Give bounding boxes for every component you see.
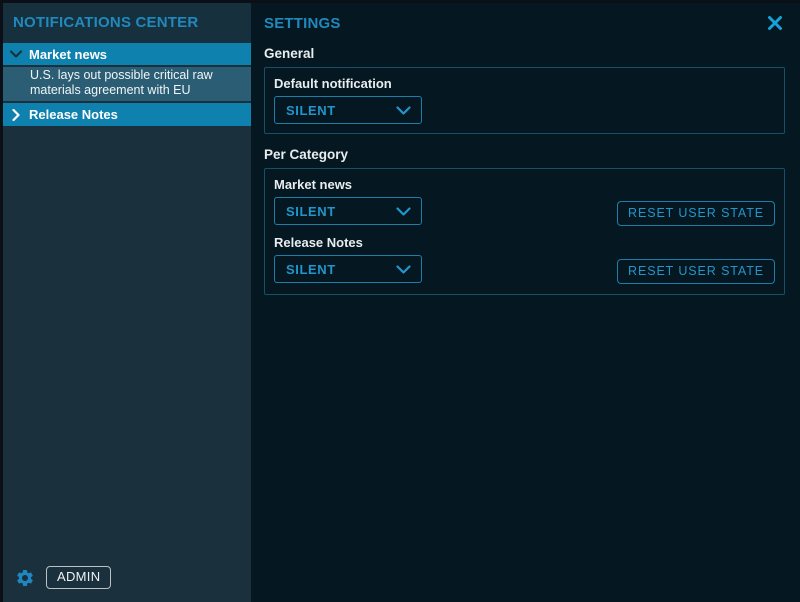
default-notification-value: SILENT (286, 103, 336, 118)
reset-user-state-button-release-notes[interactable]: RESET USER STATE (617, 259, 775, 284)
release-notes-select[interactable]: SILENT (274, 255, 422, 283)
default-notification-label: Default notification (274, 76, 775, 91)
chevron-down-icon (396, 265, 411, 274)
chevron-down-icon (396, 106, 411, 115)
notifications-center-window: NOTIFICATIONS CENTER Market news U.S. la… (0, 0, 800, 602)
market-news-select[interactable]: SILENT (274, 197, 422, 225)
category-label: Market news (274, 177, 775, 192)
chevron-down-icon (396, 207, 411, 216)
reset-user-state-button-market-news[interactable]: RESET USER STATE (617, 201, 775, 226)
admin-button[interactable]: ADMIN (46, 566, 111, 589)
category-label: Release Notes (274, 235, 775, 250)
general-heading: General (264, 46, 785, 61)
sidebar-spacer (3, 128, 251, 566)
market-news-value: SILENT (286, 204, 336, 219)
sidebar-footer: ADMIN (3, 566, 251, 602)
default-notification-select[interactable]: SILENT (274, 96, 422, 124)
sidebar-item-label: Market news (29, 47, 107, 62)
settings-title: SETTINGS (264, 13, 341, 32)
settings-panel: SETTINGS General Default notification SI… (251, 3, 800, 602)
category-tree: Market news U.S. lays out possible criti… (3, 43, 251, 128)
general-group-box: Default notification SILENT (264, 67, 785, 134)
close-icon[interactable] (765, 13, 785, 33)
chevron-down-icon[interactable] (3, 50, 29, 58)
per-category-group-box: Market news SILENT RESET USER STATE Rele… (264, 168, 785, 295)
chevron-right-icon[interactable] (3, 109, 29, 121)
gear-icon[interactable] (15, 568, 35, 588)
sidebar-title: NOTIFICATIONS CENTER (3, 3, 251, 43)
sidebar-item-release-notes[interactable]: Release Notes (3, 103, 251, 126)
sidebar-news-entry[interactable]: U.S. lays out possible critical raw mate… (3, 67, 251, 101)
sidebar-item-label: Release Notes (29, 107, 118, 122)
settings-header: SETTINGS (264, 13, 785, 33)
per-category-heading: Per Category (264, 147, 785, 162)
category-row-market-news: Market news SILENT RESET USER STATE (274, 177, 775, 225)
category-row-release-notes: Release Notes SILENT RESET USER STATE (274, 235, 775, 283)
sidebar: NOTIFICATIONS CENTER Market news U.S. la… (3, 3, 251, 602)
sidebar-item-market-news[interactable]: Market news (3, 43, 251, 65)
release-notes-value: SILENT (286, 262, 336, 277)
